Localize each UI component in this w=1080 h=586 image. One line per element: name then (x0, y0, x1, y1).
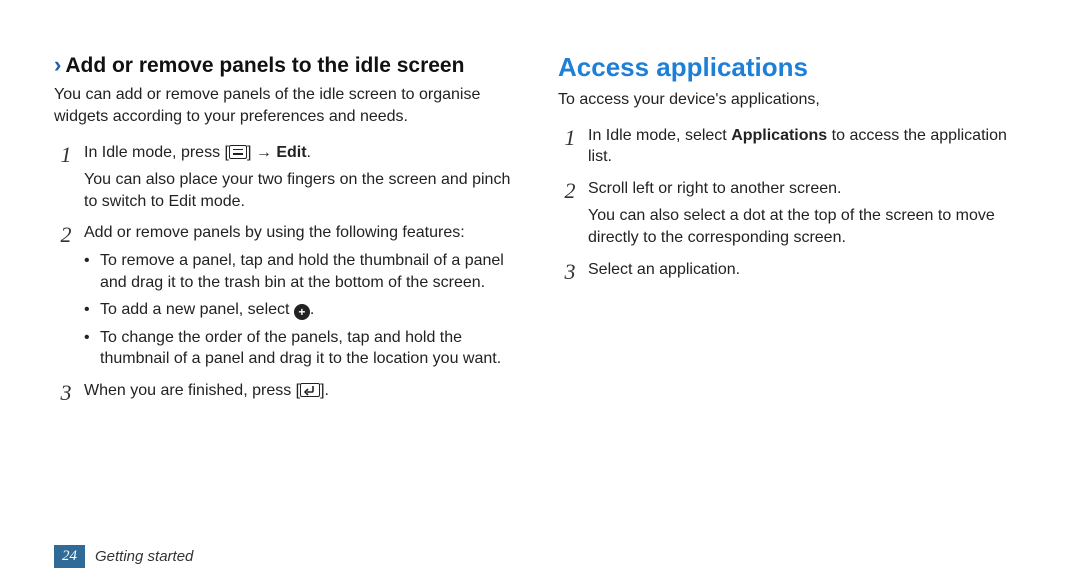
manual-page: › Add or remove panels to the idle scree… (0, 0, 1080, 586)
right-intro: To access your device's applications, (558, 89, 1026, 111)
section-name: Getting started (95, 548, 193, 565)
left-step-2: Add or remove panels by using the follow… (54, 222, 516, 370)
left-heading-text: Add or remove panels to the idle screen (65, 53, 464, 78)
r-step3: Select an application. (588, 261, 740, 278)
step1-extra: You can also place your two fingers on t… (84, 169, 516, 212)
right-heading: Access applications (558, 52, 1026, 83)
plus-icon: + (294, 304, 310, 320)
step1-edit: Edit (276, 144, 306, 161)
step1-text-b: ] → (247, 144, 276, 161)
bullet-add-a: To add a new panel, select (100, 301, 294, 318)
step1-dot: . (307, 144, 311, 161)
bullet-add: To add a new panel, select +. (84, 299, 516, 321)
r-step1-bold: Applications (731, 127, 827, 144)
left-column: › Add or remove panels to the idle scree… (54, 52, 540, 556)
step2-text: Add or remove panels by using the follow… (84, 224, 465, 241)
left-steps: In Idle mode, press [ ] → Edit. You can a… (54, 142, 516, 402)
step2-bullets: To remove a panel, tap and hold the thum… (84, 250, 516, 370)
step1-text-a: In Idle mode, press [ (84, 144, 229, 161)
left-step-3: When you are finished, press []. (54, 380, 516, 402)
bullet-reorder: To change the order of the panels, tap a… (84, 327, 516, 370)
r-step1-a: In Idle mode, select (588, 127, 731, 144)
bullet-remove: To remove a panel, tap and hold the thum… (84, 250, 516, 293)
right-step-3: Select an application. (558, 259, 1026, 281)
right-steps: In Idle mode, select Applications to acc… (558, 125, 1026, 281)
r-step2-extra: You can also select a dot at the top of … (588, 205, 1026, 248)
r-step2: Scroll left or right to another screen. (588, 180, 841, 197)
left-heading: › Add or remove panels to the idle scree… (54, 52, 516, 78)
right-step-2: Scroll left or right to another screen. … (558, 178, 1026, 249)
left-intro: You can add or remove panels of the idle… (54, 84, 516, 127)
right-column: Access applications To access your devic… (540, 52, 1026, 556)
chevron-icon: › (54, 52, 59, 78)
page-footer: 24 Getting started (54, 545, 193, 568)
step3-text-b: ]. (320, 382, 329, 399)
page-number: 24 (54, 545, 85, 568)
bullet-add-b: . (310, 301, 314, 318)
left-step-1: In Idle mode, press [ ] → Edit. You can a… (54, 142, 516, 213)
menu-icon (229, 145, 247, 159)
step3-text-a: When you are finished, press [ (84, 382, 300, 399)
right-step-1: In Idle mode, select Applications to acc… (558, 125, 1026, 168)
back-icon (300, 383, 320, 397)
